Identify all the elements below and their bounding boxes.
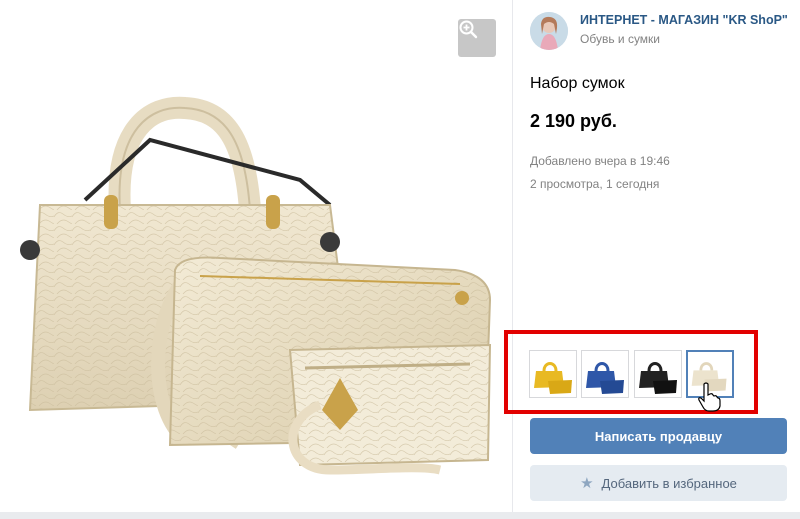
- thumbnail-image: [534, 362, 572, 394]
- message-seller-label: Написать продавцу: [594, 428, 723, 444]
- product-photo[interactable]: [0, 0, 513, 519]
- seller-name-link[interactable]: ИНТЕРНЕТ - МАГАЗИН "KR ShoP": [580, 13, 788, 27]
- thumbnail-image: [586, 362, 624, 394]
- bag-set-image: [20, 96, 492, 475]
- add-favorite-label: Добавить в избранное: [601, 475, 737, 491]
- added-date: Добавлено вчера в 19:46: [530, 154, 670, 168]
- page-bottom-edge: [0, 512, 800, 519]
- woman-avatar-icon: [530, 12, 568, 50]
- seller-block: ИНТЕРНЕТ - МАГАЗИН "KR ShoP" Обувь и сум…: [530, 12, 790, 52]
- market-item-page: ИНТЕРНЕТ - МАГАЗИН "KR ShoP" Обувь и сум…: [0, 0, 800, 519]
- message-seller-button[interactable]: Написать продавцу: [530, 418, 787, 454]
- seller-avatar[interactable]: [530, 12, 568, 50]
- star-icon: ★: [580, 475, 594, 492]
- thumbnail-image: [639, 362, 677, 394]
- zoom-in-icon: [459, 20, 478, 39]
- product-title: Набор сумок: [530, 75, 625, 92]
- view-count: 2 просмотра, 1 сегодня: [530, 177, 660, 191]
- thumbnail-blue[interactable]: [581, 350, 629, 398]
- seller-category: Обувь и сумки: [580, 32, 661, 46]
- thumbnail-black[interactable]: [634, 350, 682, 398]
- hand-pointer-cursor-icon: [698, 382, 721, 412]
- product-price: 2 190 руб.: [530, 111, 617, 131]
- thumbnail-yellow[interactable]: [529, 350, 577, 398]
- add-favorite-button[interactable]: ★ Добавить в избранное: [530, 465, 787, 501]
- zoom-button[interactable]: [458, 19, 496, 57]
